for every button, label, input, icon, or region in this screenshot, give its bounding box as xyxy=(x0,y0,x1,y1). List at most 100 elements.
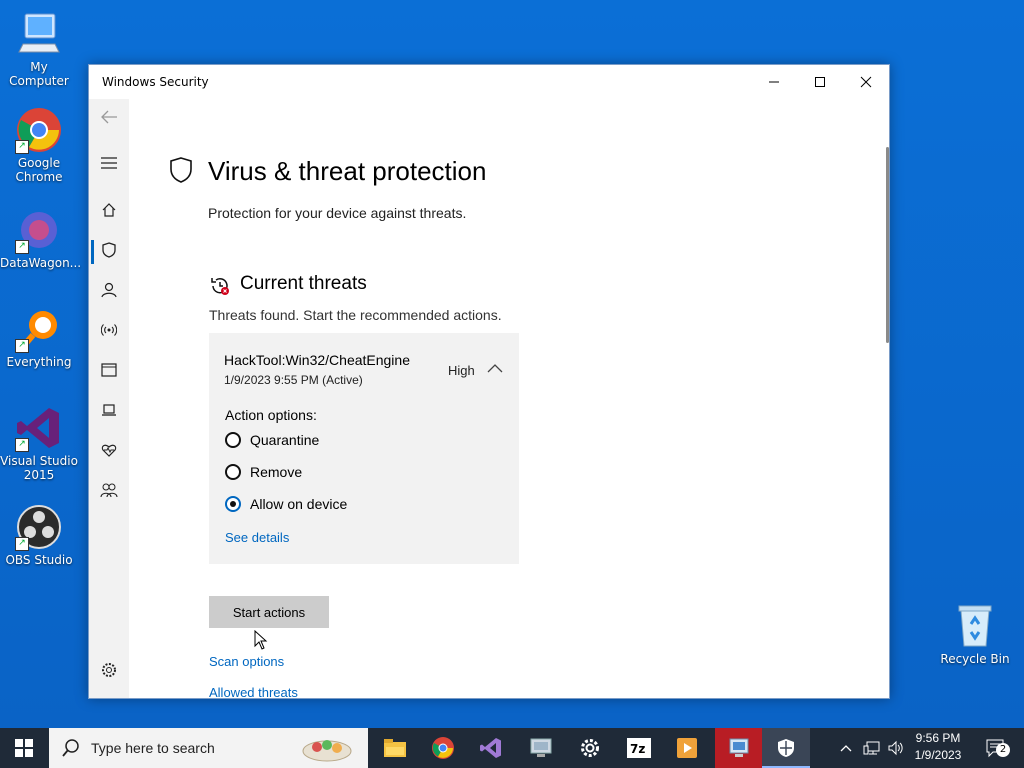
person-icon xyxy=(101,282,117,298)
shortcut-arrow-icon: ↗ xyxy=(15,140,29,154)
section-subtitle: Threats found. Start the recommended act… xyxy=(209,307,502,323)
desktop-icon-everything[interactable]: ↗ Everything xyxy=(0,305,78,369)
settings-gear-icon xyxy=(581,739,599,757)
shield-icon xyxy=(102,242,116,258)
desktop-icon-chrome[interactable]: ↗ Google Chrome xyxy=(0,106,78,184)
close-button[interactable] xyxy=(843,65,889,99)
back-arrow-icon xyxy=(101,110,117,124)
see-details-link[interactable]: See details xyxy=(225,530,289,545)
radio-quarantine[interactable]: Quarantine xyxy=(225,429,545,451)
nav-app-browser-control[interactable] xyxy=(89,352,129,388)
app-window-icon xyxy=(101,363,117,377)
main-content: Virus & threat protection Protection for… xyxy=(129,99,889,698)
radio-remove[interactable]: Remove xyxy=(225,461,545,483)
page-title: Virus & threat protection xyxy=(208,156,487,186)
taskbar-visual-studio[interactable] xyxy=(467,728,515,768)
nav-settings[interactable] xyxy=(89,652,129,688)
allowed-threats-link[interactable]: Allowed threats xyxy=(209,685,298,698)
page-subtitle: Protection for your device against threa… xyxy=(208,205,467,221)
nav-firewall[interactable] xyxy=(89,312,129,348)
taskbar-clock[interactable]: 9:56 PM 1/9/2023 xyxy=(908,730,968,764)
show-hidden-icons-button[interactable] xyxy=(834,728,858,768)
network-icon xyxy=(863,741,880,755)
chrome-icon: ↗ xyxy=(15,106,63,154)
window-title: Windows Security xyxy=(102,75,209,89)
threat-severity: High xyxy=(448,363,475,378)
windows-logo-icon xyxy=(15,739,33,757)
nav-family-options[interactable] xyxy=(89,472,129,508)
start-actions-button[interactable]: Start actions xyxy=(209,596,329,628)
windows-security-shield-icon xyxy=(778,739,794,757)
nav-device-security[interactable] xyxy=(89,392,129,428)
radio-label: Allow on device xyxy=(250,496,348,512)
taskbar-remote-desktop[interactable] xyxy=(517,728,565,768)
radio-circle[interactable] xyxy=(225,464,241,480)
taskbar-task-manager[interactable] xyxy=(715,728,763,768)
clock-time: 9:56 PM xyxy=(915,731,961,745)
chrome-icon xyxy=(432,737,454,759)
taskbar: Type here to search 7z 9:56 PM 1/9/2023 xyxy=(0,728,1024,768)
network-tray-icon[interactable] xyxy=(860,728,884,768)
recycle-bin-icon xyxy=(951,602,999,650)
scan-options-link[interactable]: Scan options xyxy=(209,654,284,669)
section-title: Current threats xyxy=(240,273,367,294)
nav-virus-protection[interactable] xyxy=(89,232,129,268)
threat-date: 1/9/2023 9:55 PM (Active) xyxy=(224,373,363,387)
taskbar-media-player[interactable] xyxy=(663,728,711,768)
nav-home[interactable] xyxy=(89,192,129,228)
shortcut-arrow-icon: ↗ xyxy=(15,537,29,551)
taskbar-file-explorer[interactable] xyxy=(371,728,419,768)
file-explorer-icon xyxy=(384,739,406,757)
desktop-icon-visual-studio[interactable]: ↗ Visual Studio 2015 xyxy=(0,404,78,482)
minimize-icon xyxy=(769,81,779,83)
search-icon xyxy=(62,739,79,757)
back-button[interactable] xyxy=(89,99,129,135)
taskbar-settings[interactable] xyxy=(566,728,614,768)
obs-icon: ↗ xyxy=(15,503,63,551)
clock-date: 1/9/2023 xyxy=(914,748,962,762)
desktop-icon-obs[interactable]: ↗ OBS Studio xyxy=(0,503,78,567)
nav-rail xyxy=(89,99,129,698)
datawagon-icon: ↗ xyxy=(15,206,63,254)
desktop-icon-datawagon[interactable]: ↗ DataWagon... xyxy=(0,206,81,270)
gear-icon xyxy=(102,663,116,677)
desktop-icon-recycle-bin[interactable]: Recycle Bin xyxy=(936,602,1014,666)
svg-text:7z: 7z xyxy=(630,742,645,756)
mouse-cursor-icon xyxy=(254,630,268,650)
hamburger-menu-button[interactable] xyxy=(89,145,129,181)
action-center-button[interactable]: 2 xyxy=(976,728,1016,768)
search-highlight-icon xyxy=(302,740,352,762)
nav-device-health[interactable] xyxy=(89,432,129,468)
radio-circle-selected[interactable] xyxy=(225,496,241,512)
shield-icon xyxy=(170,157,192,183)
laptop-icon xyxy=(102,404,116,416)
taskbar-search-box[interactable]: Type here to search xyxy=(49,728,368,768)
volume-tray-icon[interactable] xyxy=(884,728,908,768)
radio-circle[interactable] xyxy=(225,432,241,448)
remote-desktop-icon xyxy=(530,738,552,757)
shortcut-arrow-icon: ↗ xyxy=(15,240,29,254)
action-options-label: Action options: xyxy=(225,407,317,423)
threat-card: HackTool:Win32/CheatEngine 1/9/2023 9:55… xyxy=(209,333,519,564)
radio-allow-on-device[interactable]: Allow on device xyxy=(225,493,545,515)
maximize-button[interactable] xyxy=(797,65,843,99)
taskbar-windows-security[interactable] xyxy=(762,728,810,768)
minimize-button[interactable] xyxy=(751,65,797,99)
title-bar[interactable]: Windows Security xyxy=(89,65,889,99)
start-button[interactable] xyxy=(0,728,48,768)
speaker-icon xyxy=(888,740,903,756)
radio-label: Remove xyxy=(250,464,303,480)
taskbar-chrome[interactable] xyxy=(419,728,467,768)
computer-icon xyxy=(15,10,63,58)
family-icon xyxy=(100,483,118,498)
visual-studio-icon xyxy=(480,738,501,758)
wireless-signal-icon xyxy=(101,324,117,336)
nav-account-protection[interactable] xyxy=(89,272,129,308)
heart-pulse-icon xyxy=(101,444,117,457)
windows-security-window: Windows Security Virus & threat protecti… xyxy=(88,64,890,699)
threat-history-icon xyxy=(211,278,229,295)
desktop-icon-my-computer[interactable]: My Computer xyxy=(0,10,78,88)
taskbar-7zip[interactable]: 7z xyxy=(615,728,663,768)
scrollbar[interactable] xyxy=(886,147,889,343)
chevron-up-icon[interactable] xyxy=(485,360,505,376)
